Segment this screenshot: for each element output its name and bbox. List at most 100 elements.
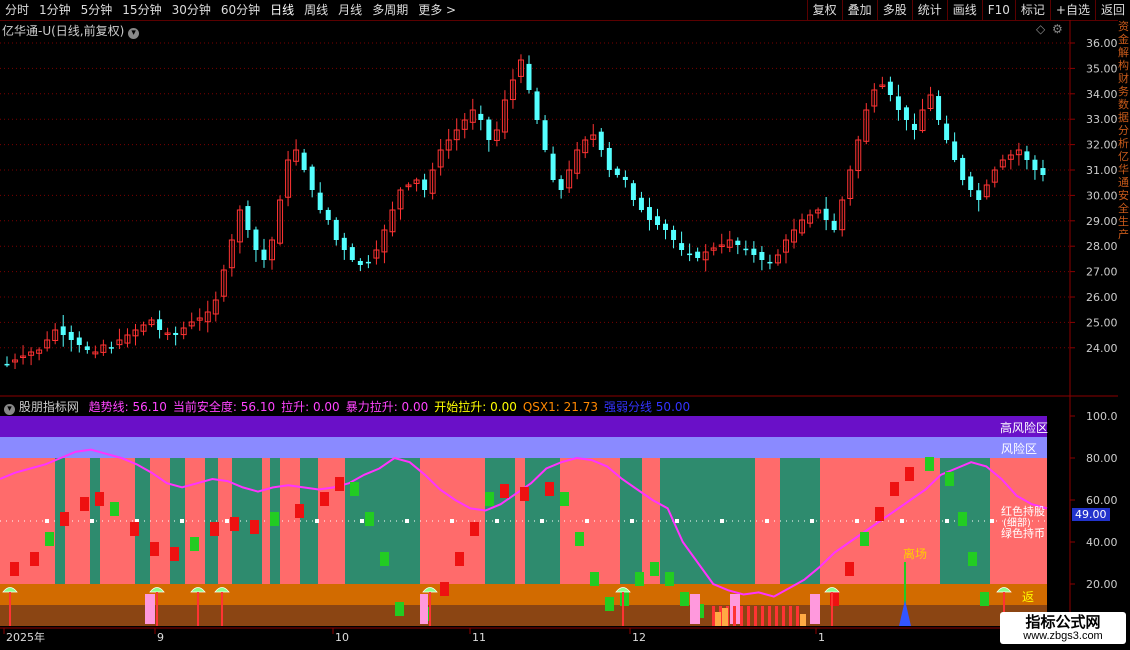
step-block [575, 532, 584, 546]
candle-body-down [478, 113, 484, 120]
price-tick-label: 24.00 [1086, 342, 1118, 355]
step-block [380, 552, 389, 566]
step-block [470, 522, 479, 536]
diamond-icon[interactable]: ◇ [1036, 22, 1045, 36]
candle-body-down [550, 153, 556, 180]
midline-marker [180, 519, 184, 523]
step-block [905, 467, 914, 481]
signal-stripe [100, 458, 135, 584]
candle-body-down [1024, 151, 1030, 160]
red-signal-bar [712, 606, 715, 626]
indicator-tick-label: 40.00 [1086, 536, 1118, 549]
step-block [545, 482, 554, 496]
candle-body-down [301, 152, 307, 170]
candle-body-down [952, 141, 958, 160]
price-tick-label: 32.00 [1086, 139, 1118, 152]
candle-body-down [663, 223, 669, 230]
main-chart-title[interactable]: 亿华通-U(日线,前复权) ▾ [2, 22, 140, 39]
candle-body-down [333, 219, 339, 240]
candle-body-down [646, 207, 652, 220]
candle-body-down [341, 237, 347, 250]
chevron-down-icon[interactable]: ▾ [4, 404, 15, 415]
watermark-url: www.zbgs3.com [1023, 630, 1103, 642]
time-label-5: 1 [818, 631, 825, 644]
midline-marker [630, 519, 634, 523]
price-tick-label: 30.00 [1086, 189, 1118, 202]
readout-0: 趋势线: 56.10 [88, 400, 167, 414]
midline-marker [45, 519, 49, 523]
signal-stripe [560, 458, 620, 584]
orange-signal-bar [800, 614, 806, 626]
step-block [60, 512, 69, 526]
step-block [650, 562, 659, 576]
candle-body-down [606, 148, 612, 170]
candle-body-down [534, 91, 540, 120]
candle-body-down [638, 197, 644, 210]
midline-marker [990, 519, 994, 523]
high-risk-zone-label: 高风险区 [1000, 421, 1049, 435]
step-block [605, 597, 614, 611]
candle-body-down [976, 190, 982, 200]
midline-marker [540, 519, 544, 523]
price-tick-label: 36.00 [1086, 37, 1118, 50]
right-info-strip[interactable]: 资 金 解 构 财 务 数 据 分 析 亿 华 通 安 全 生 产 [1118, 20, 1130, 650]
step-block [890, 482, 899, 496]
step-block [860, 532, 869, 546]
step-block [620, 592, 629, 606]
red-signal-bar [782, 606, 785, 626]
step-block [170, 547, 179, 561]
candle-body-down [654, 216, 660, 225]
midline-marker [585, 519, 589, 523]
candle-body-down [944, 123, 950, 140]
indicator-tick-label: 100.0 [1086, 410, 1118, 423]
chart-canvas: 36.00 35.00 34.00 33.00 32.00 31.00 30.00 29.00… [0, 20, 1118, 644]
step-block [350, 482, 359, 496]
price-tick-label: 25.00 [1086, 316, 1118, 329]
candle-body-down [735, 240, 741, 245]
signal-stripe [318, 458, 345, 584]
step-block [150, 542, 159, 556]
step-block [560, 492, 569, 506]
step-block [945, 472, 954, 486]
exit-signal-label: 离场 [903, 547, 928, 561]
signal-stripe [150, 458, 170, 584]
time-label-0: 2025年 [6, 630, 45, 644]
candle-body-down [622, 176, 628, 180]
candle-body-down [903, 107, 909, 120]
candle-body-down [1040, 168, 1046, 175]
candle-body-down [349, 247, 355, 260]
midline-marker [315, 519, 319, 523]
step-block [250, 520, 259, 534]
step-block [30, 552, 39, 566]
step-block [980, 592, 989, 606]
candle-body-down [173, 332, 179, 335]
red-signal-bar [775, 606, 778, 626]
candle-body-down [422, 179, 428, 190]
time-label-2: 10 [335, 631, 349, 644]
time-label-3: 11 [472, 631, 486, 644]
candle-body-down [751, 248, 757, 255]
candle-body-down [767, 261, 773, 264]
candle-body-down [4, 363, 10, 366]
midline-marker [90, 519, 94, 523]
indicator-tick-label: 20.00 [1086, 578, 1118, 591]
pink-signal-bar [690, 594, 700, 624]
price-tick-label: 28.00 [1086, 240, 1118, 253]
candle-body-down [76, 337, 82, 345]
chevron-down-icon[interactable]: ▾ [128, 28, 140, 39]
time-label-1: 9 [157, 631, 164, 644]
step-block [485, 492, 494, 506]
candle-body-down [245, 206, 251, 230]
candle-body-down [687, 253, 693, 256]
step-block [130, 522, 139, 536]
candle-body-down [679, 243, 685, 250]
indicator-name[interactable]: 股朋指标网 [19, 400, 79, 414]
high-risk-band [0, 416, 1047, 437]
settings-icon[interactable]: ⚙ [1052, 22, 1063, 36]
candle-body-down [831, 220, 837, 230]
step-block [295, 504, 304, 518]
watermark-name: 指标公式网 [1025, 613, 1101, 631]
candle-body-down [695, 251, 701, 258]
readout-1: 当前安全度: 56.10 [172, 400, 276, 414]
green-exit-label: 绿色持币 [1001, 527, 1045, 540]
